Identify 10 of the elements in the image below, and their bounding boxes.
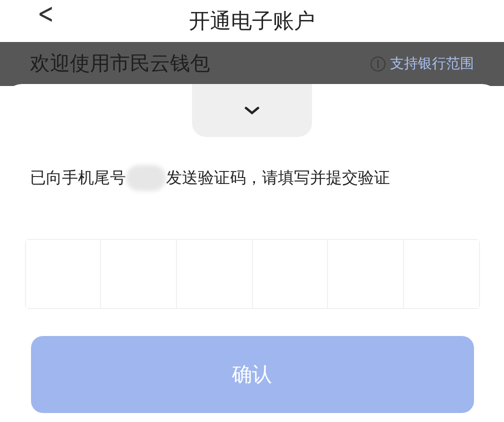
- redaction-blur: [126, 165, 166, 191]
- page-title: 开通电子账户: [189, 8, 315, 35]
- collapse-handle[interactable]: [192, 84, 312, 137]
- welcome-text: 欢迎使用市民云钱包: [30, 50, 210, 77]
- sms-message: 发送验证码，请填写并提交验证: [166, 168, 390, 188]
- sms-message: 已向手机尾号: [30, 168, 126, 188]
- chevron-down-icon: [244, 106, 260, 115]
- bank-range-link[interactable]: 支持银行范围: [390, 55, 474, 73]
- info-icon: [370, 56, 386, 72]
- back-button[interactable]: <: [33, 0, 58, 28]
